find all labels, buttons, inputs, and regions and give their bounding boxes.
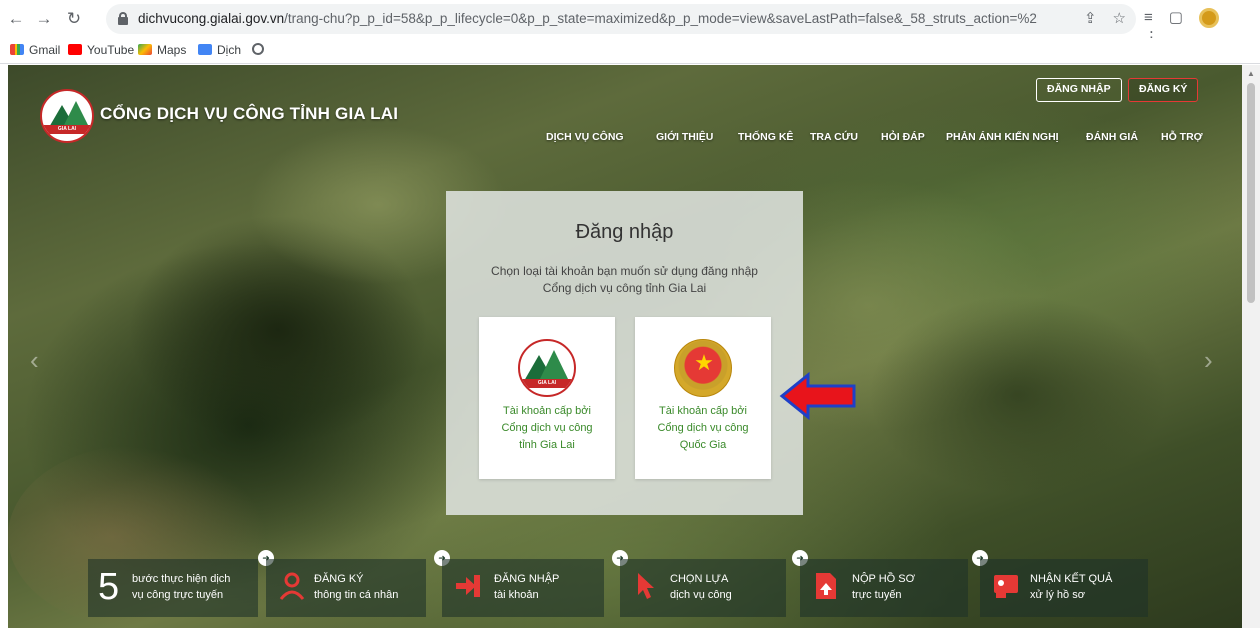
gialai-emblem-icon: GIA LAI	[518, 339, 576, 397]
bookmark-label: YouTube	[87, 43, 135, 57]
translate-icon	[198, 44, 212, 55]
nav-gioi-thieu[interactable]: GIỚI THIỆU	[656, 131, 713, 143]
bookmark-youtube[interactable]: YouTube	[68, 43, 134, 57]
emblem-text: GIA LAI	[537, 380, 557, 386]
bookmark-star-icon[interactable]: ☆	[1113, 10, 1126, 27]
bookmark-label: Gmail	[29, 43, 61, 57]
logo-text: GIA LAI	[57, 126, 77, 132]
step-subtitle: trực tuyến	[852, 589, 902, 601]
step-title: NỘP HỒ SƠ	[852, 573, 916, 585]
step-subtitle: xử lý hồ sơ	[1030, 589, 1085, 601]
step-subtitle: dịch vụ công	[670, 589, 732, 601]
step-nop-ho-so[interactable]: NỘP HỒ SƠ trực tuyến	[800, 559, 968, 617]
nav-ho-tro[interactable]: HỖ TRỢ	[1161, 131, 1203, 143]
label-line: Quốc Gia	[679, 439, 727, 451]
account-option-gialai[interactable]: GIA LAI Tài khoản cấp bởi Cổng dịch vụ c…	[479, 317, 615, 479]
label-line: Tài khoản cấp bởi	[503, 405, 591, 417]
side-panel-icon[interactable]: ▢	[1169, 8, 1183, 26]
step-subtitle: thông tin cá nhân	[314, 589, 399, 601]
label-line: tỉnh Gia Lai	[519, 439, 575, 451]
reading-list-icon[interactable]: ≡	[1144, 9, 1153, 26]
nav-danh-gia[interactable]: ĐÁNH GIÁ	[1086, 131, 1138, 143]
login-title: Đăng nhập	[575, 221, 674, 243]
bookmark-dich[interactable]: Dịch	[198, 43, 241, 57]
account-option-label: Tài khoản cấp bởi Cổng dịch vụ công tỉnh…	[485, 403, 609, 454]
label-line: Cổng dịch vụ công	[501, 422, 593, 434]
login-panel: Đăng nhập Chọn loại tài khoản bạn muốn s…	[446, 191, 803, 515]
national-emblem-icon: ★	[674, 339, 732, 397]
login-subtitle: Chọn loại tài khoản bạn muốn sử dụng đăn…	[470, 263, 779, 297]
steps-number: 5	[98, 566, 120, 608]
nav-hoi-dap[interactable]: HỎI ĐÁP	[881, 131, 925, 143]
browser-toolbar: ← → ↻ dichvucong.gialai.gov.vn/trang-chu…	[0, 0, 1260, 46]
red-arrow-annotation-icon	[779, 371, 856, 421]
bookmark-label: Maps	[157, 43, 187, 57]
step-subtitle: tài khoản	[494, 589, 539, 601]
step-title: CHỌN LỰA	[670, 573, 729, 585]
scroll-thumb[interactable]	[1247, 83, 1255, 303]
site-logo[interactable]: GIA LAI	[40, 89, 94, 143]
hero-background: GIA LAI CỔNG DỊCH VỤ CÔNG TỈNH GIA LAI Đ…	[8, 65, 1242, 628]
account-option-quocgia[interactable]: ★ Tài khoản cấp bởi Cổng dịch vụ công Qu…	[635, 317, 771, 479]
upload-file-icon	[816, 573, 836, 599]
step-title: ĐĂNG KÝ	[314, 573, 364, 585]
account-option-label: Tài khoản cấp bởi Cổng dịch vụ công Quốc…	[641, 403, 765, 454]
nav-dich-vu-cong[interactable]: DỊCH VỤ CÔNG	[546, 131, 624, 143]
url-text: dichvucong.gialai.gov.vn/trang-chu?p_p_i…	[138, 11, 1038, 26]
back-arrow-icon[interactable]: ←	[6, 9, 26, 29]
steps-intro-line: vụ công trực tuyến	[132, 589, 224, 601]
forward-arrow-icon[interactable]: →	[34, 9, 54, 29]
url-path: /trang-chu?p_p_id=58&p_p_lifecycle=0&p_p…	[284, 11, 1038, 26]
youtube-icon	[68, 44, 82, 55]
login-arrow-icon	[456, 575, 480, 597]
url-actions: ⇪ ☆	[1068, 9, 1126, 27]
reload-icon[interactable]: ↻	[64, 9, 84, 29]
step-chon-lua[interactable]: CHỌN LỰA dịch vụ công	[620, 559, 786, 617]
globe-icon	[252, 43, 264, 55]
page-scrollbar[interactable]: ▲	[1242, 65, 1260, 628]
share-icon[interactable]: ⇪	[1084, 10, 1097, 27]
steps-intro-line: bước thực hiện dịch	[132, 573, 231, 585]
bookmark-maps[interactable]: Maps	[138, 43, 186, 57]
site-title[interactable]: CỔNG DỊCH VỤ CÔNG TỈNH GIA LAI	[100, 104, 398, 124]
step-dang-ky[interactable]: ĐĂNG KÝ thông tin cá nhân	[266, 559, 426, 617]
login-subtitle-line: Chọn loại tài khoản bạn muốn sử dụng đăn…	[491, 264, 758, 278]
carousel-prev-icon[interactable]: ‹	[30, 345, 39, 376]
nav-thong-ke[interactable]: THỐNG KÊ	[738, 131, 793, 143]
steps-bar: 5 bước thực hiện dịch vụ công trực tuyến…	[88, 550, 1148, 617]
bookmark-gmail[interactable]: Gmail	[10, 43, 60, 57]
cursor-icon	[638, 573, 654, 599]
steps-intro: 5 bước thực hiện dịch vụ công trực tuyến	[88, 559, 258, 617]
login-button[interactable]: ĐĂNG NHẬP	[1036, 78, 1122, 102]
step-title: ĐĂNG NHẬP	[494, 573, 560, 585]
address-bar[interactable]: dichvucong.gialai.gov.vn/trang-chu?p_p_i…	[106, 4, 1136, 34]
bookmarks-bar: Gmail YouTube Maps Dịch	[0, 38, 1260, 64]
maps-icon	[138, 44, 152, 55]
label-line: Cổng dịch vụ công	[657, 422, 749, 434]
receive-result-icon	[994, 575, 1018, 598]
nav-phan-anh-kien-nghi[interactable]: PHẢN ÁNH KIẾN NGHỊ	[946, 131, 1059, 143]
step-title: NHẬN KẾT QUẢ	[1030, 573, 1113, 585]
bookmark-label: Dịch	[217, 43, 242, 57]
step-nhan-ket-qua[interactable]: NHẬN KẾT QUẢ xử lý hồ sơ	[980, 559, 1148, 617]
lock-icon	[118, 12, 128, 25]
url-host: dichvucong.gialai.gov.vn	[138, 11, 285, 26]
scroll-up-icon[interactable]: ▲	[1247, 69, 1255, 78]
user-icon	[279, 572, 305, 600]
step-dang-nhap[interactable]: ĐĂNG NHẬP tài khoản	[442, 559, 604, 617]
login-subtitle-line: Cổng dịch vụ công tỉnh Gia Lai	[542, 281, 707, 295]
profile-avatar-icon[interactable]	[1198, 8, 1219, 29]
landscape-shadow	[868, 295, 1168, 495]
bookmark-globe[interactable]	[252, 43, 269, 57]
label-line: Tài khoản cấp bởi	[659, 405, 747, 417]
nav-tra-cuu[interactable]: TRA CỨU	[810, 131, 858, 143]
register-button[interactable]: ĐĂNG KÝ	[1128, 78, 1199, 102]
carousel-next-icon[interactable]: ›	[1204, 345, 1213, 376]
gmail-icon	[10, 44, 24, 55]
